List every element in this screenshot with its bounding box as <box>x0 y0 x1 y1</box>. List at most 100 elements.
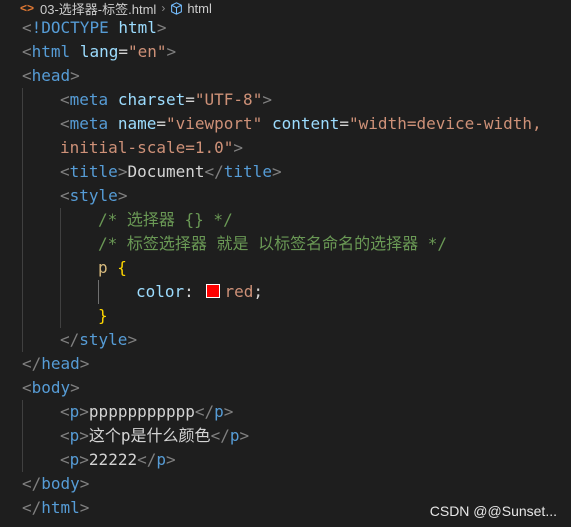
token: ; <box>253 282 263 301</box>
token: 这个p是什么颜色 <box>88 426 211 445</box>
breadcrumb-file[interactable]: 03-选择器-标签.html <box>40 0 156 18</box>
indent-guide <box>60 304 61 328</box>
token: = <box>118 42 128 61</box>
token: </ <box>137 450 157 469</box>
token: </ <box>22 498 42 517</box>
token: head <box>31 66 71 85</box>
token: /* 标签选择器 就是 以标签名命名的选择器 */ <box>98 234 448 253</box>
code-line: <html lang="en"> <box>0 40 571 64</box>
token: Document <box>127 162 205 181</box>
code-line: <!DOCTYPE html> <box>0 16 571 40</box>
token: > <box>271 162 282 181</box>
code-line: <style> <box>0 184 571 208</box>
code-editor[interactable]: <!DOCTYPE html> <html lang="en"> <head> … <box>0 16 571 517</box>
token: body <box>41 474 80 493</box>
code-line: color: red; <box>0 280 571 304</box>
watermark: CSDN @@Sunset... <box>429 503 557 519</box>
code-line: </head> <box>0 352 571 376</box>
token: < <box>22 66 32 85</box>
token: title <box>223 162 272 181</box>
color-swatch[interactable] <box>206 284 221 298</box>
html-file-icon: <> <box>20 1 35 15</box>
code-line: <p>22222</p> <box>0 448 571 472</box>
token: > <box>223 402 234 421</box>
token: red <box>224 282 254 301</box>
token: meta <box>69 90 109 109</box>
token: !DOCTYPE <box>31 18 109 37</box>
token: </ <box>60 330 80 349</box>
token: </ <box>22 354 42 373</box>
token: < <box>60 450 70 469</box>
code-line: <title>Document</title> <box>0 160 571 184</box>
code-line: initial-scale=1.0"> <box>0 136 571 160</box>
code-line: <meta name="viewport" content="width=dev… <box>0 112 571 136</box>
token: > <box>233 138 244 157</box>
token: { <box>117 258 127 277</box>
token: p <box>69 450 80 469</box>
token: > <box>262 90 272 109</box>
token: = <box>156 114 166 133</box>
indent-guide <box>22 400 23 424</box>
code-line: <meta charset="UTF-8"> <box>0 88 571 112</box>
cube-icon <box>171 1 183 15</box>
indent-guide <box>22 424 23 448</box>
token: title <box>69 162 118 181</box>
token: < <box>22 378 32 397</box>
token: </ <box>194 402 215 421</box>
indent-guide <box>22 328 23 352</box>
token: meta <box>69 114 109 133</box>
indent-guide <box>60 232 61 256</box>
token: charset <box>117 90 186 109</box>
token: p <box>156 450 166 469</box>
code-line: p { <box>0 256 571 280</box>
indent-guide <box>22 448 23 472</box>
token: > <box>70 378 80 397</box>
code-line: </style> <box>0 328 571 352</box>
token: = <box>339 114 350 133</box>
token: > <box>166 42 177 61</box>
code-line: <body> <box>0 376 571 400</box>
indent-guide <box>22 88 23 112</box>
token: initial-scale=1.0" <box>60 138 234 157</box>
token: > <box>70 66 80 85</box>
token: head <box>41 354 80 373</box>
token: style <box>79 330 128 349</box>
token: "UTF-8" <box>194 90 263 109</box>
token: > <box>239 426 250 445</box>
token: > <box>79 426 89 445</box>
code-line: <p>ppppppppppp</p> <box>0 400 571 424</box>
token: 22222 <box>88 450 138 469</box>
indent-guide <box>22 256 23 280</box>
indent-guide <box>22 208 23 232</box>
token: style <box>69 186 118 205</box>
token: html <box>118 18 157 37</box>
token: ppppppppppp <box>88 402 195 421</box>
token: lang <box>79 42 119 61</box>
token: "en" <box>127 42 167 61</box>
token: p <box>98 258 108 277</box>
token: < <box>60 90 70 109</box>
token: } <box>98 306 108 325</box>
token: p <box>69 402 80 421</box>
indent-guide <box>60 280 61 304</box>
breadcrumb-separator: › <box>161 1 166 15</box>
token: "width=device-width, <box>349 114 542 133</box>
indent-guide <box>22 136 23 160</box>
token: p <box>214 402 224 421</box>
breadcrumb-symbol[interactable]: html <box>187 1 212 16</box>
token: html <box>31 42 71 61</box>
token: </ <box>22 474 42 493</box>
code-line: <head> <box>0 64 571 88</box>
token: > <box>79 402 89 421</box>
indent-guide <box>22 304 23 328</box>
indent-guide <box>22 160 23 184</box>
token: < <box>22 18 32 37</box>
indent-guide <box>60 256 61 280</box>
token: content <box>271 114 340 133</box>
token: > <box>127 330 138 349</box>
token: = <box>185 90 195 109</box>
